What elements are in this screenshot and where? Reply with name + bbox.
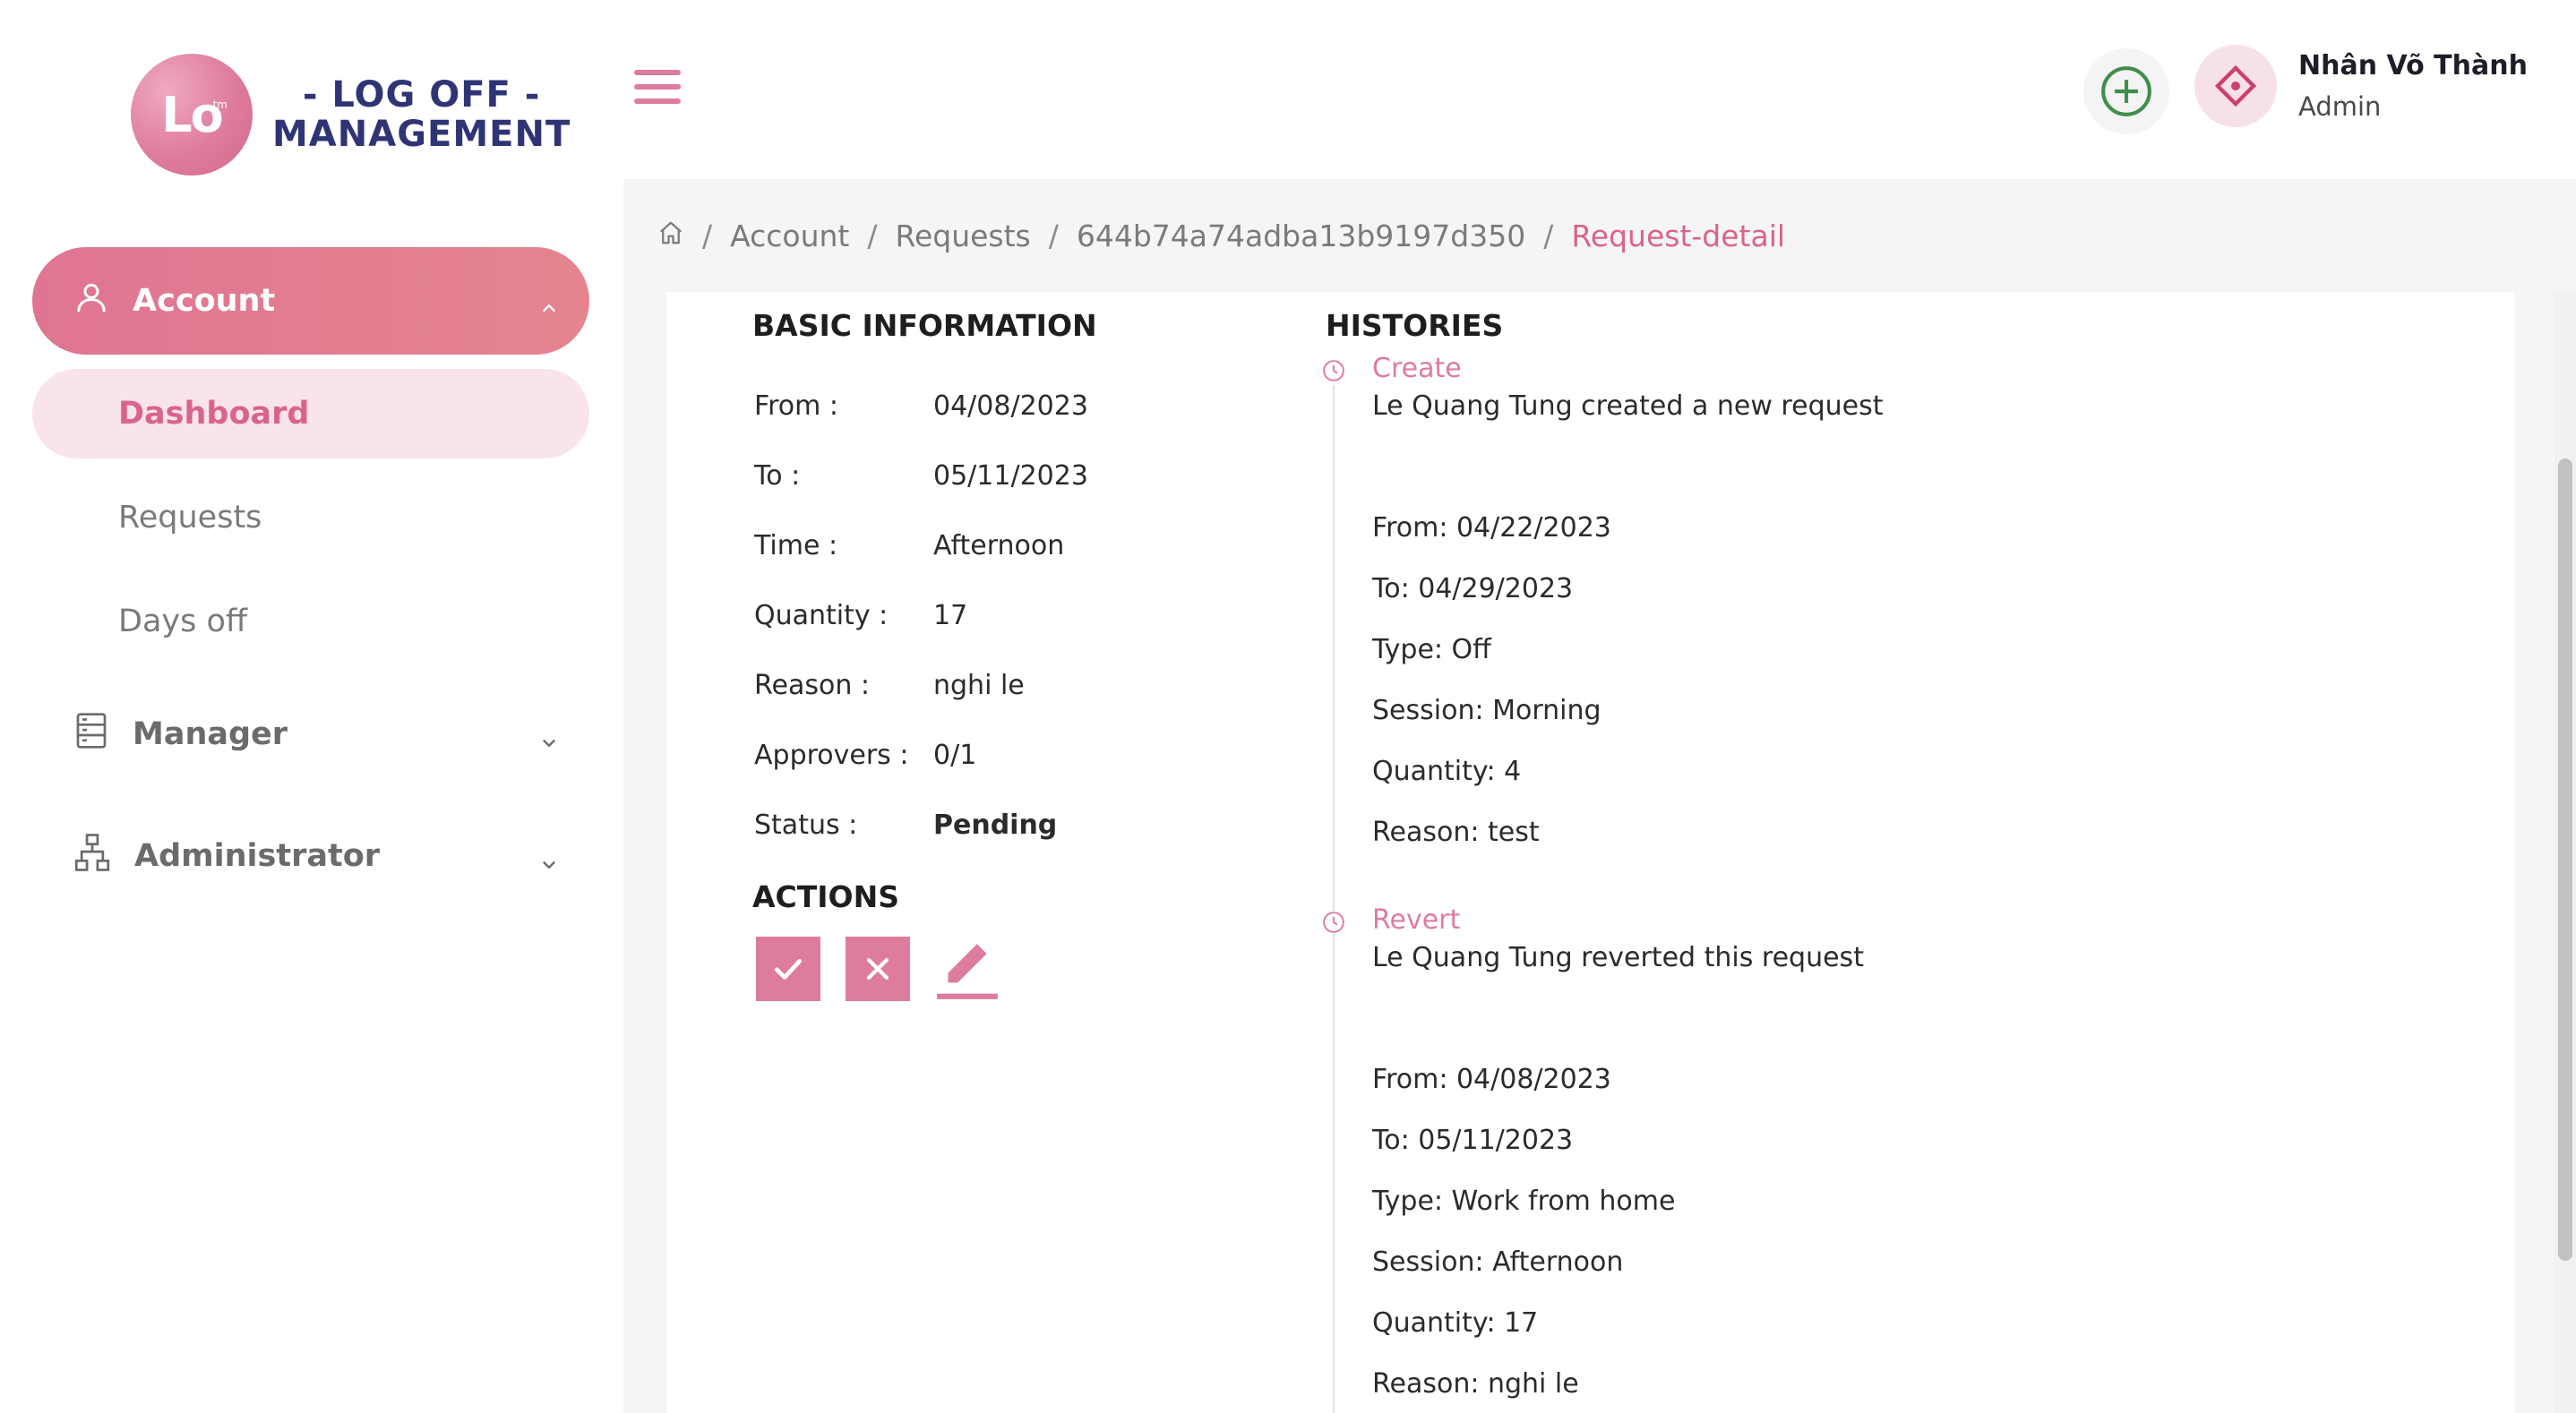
history-detail-line: To: 04/29/2023 [1372,573,1574,604]
time-value: Afternoon [933,530,1065,561]
sidebar-item-label: Requests [118,500,262,535]
breadcrumb-separator: / [1048,218,1059,253]
history-detail-line: Quantity: 4 [1372,756,1522,787]
timeline-line [1333,385,1335,1413]
status-value: Pending [933,809,1058,841]
history-detail-line: Type: Off [1372,634,1491,665]
org-chart-icon [73,833,111,880]
breadcrumb-requests[interactable]: Requests [896,218,1031,253]
breadcrumb: / Account / Requests / 644b74a74adba13b9… [623,179,2576,292]
app-logo[interactable]: Lo tm - LOG OFF - MANAGEMENT [131,54,571,176]
sidebar-item-days-off[interactable]: Days off [32,577,589,666]
sidebar-item-label: Manager [133,716,288,752]
breadcrumb-separator: / [1543,218,1554,253]
scrollbar[interactable] [2555,292,2576,1413]
history-detail-line: Session: Morning [1372,695,1601,726]
logo-mark-text: Lo [161,86,224,143]
scrollbar-thumb[interactable] [2558,458,2572,1261]
sidebar-item-dashboard[interactable]: Dashboard [32,369,589,458]
approvers-value: 0/1 [933,740,977,771]
pencil-icon [937,944,998,999]
clock-icon [1322,911,1345,934]
sidebar-item-manager[interactable]: Manager [32,689,589,779]
history-detail-line: Quantity: 17 [1372,1307,1539,1339]
sidebar-item-label: Days off [118,604,247,639]
from-label: From : [754,390,838,422]
history-description: Le Quang Tung reverted this request [1372,942,1864,973]
logo-line-1: - LOG OFF - [302,74,541,116]
histories-title: HISTORIES [1326,308,1504,343]
to-value: 05/11/2023 [933,460,1088,492]
sidebar-item-administrator[interactable]: Administrator [32,811,589,901]
sidebar-item-label: Account [133,283,276,319]
reason-value: nghi le [933,670,1025,701]
home-icon[interactable] [657,218,684,253]
sidebar-item-requests[interactable]: Requests [32,473,589,562]
server-icon [73,711,109,758]
history-description: Le Quang Tung created a new request [1372,390,1884,422]
add-request-button[interactable] [2083,48,2169,134]
chevron-down-icon[interactable] [539,847,559,883]
quantity-label: Quantity : [754,600,889,631]
sidebar-item-label: Dashboard [118,396,310,432]
logo-line-2: MANAGEMENT [272,114,571,155]
history-detail-line: From: 04/22/2023 [1372,512,1611,544]
user-icon [73,279,109,323]
reason-label: Reason : [754,670,870,701]
history-detail-line: To: 05/11/2023 [1372,1125,1574,1156]
avatar[interactable] [2194,45,2277,127]
check-icon [774,958,803,980]
clock-icon [1322,359,1345,382]
edit-button[interactable] [933,933,1001,1005]
sidebar-item-label: Administrator [134,838,381,874]
approve-button[interactable] [756,937,820,1001]
reject-button[interactable] [846,937,910,1001]
from-value: 04/08/2023 [933,390,1088,422]
approvers-label: Approvers : [754,740,909,771]
actions-title: ACTIONS [752,879,899,914]
plus-circle-icon [2101,66,2151,116]
logo-trademark: tm [212,98,228,111]
time-label: Time : [754,530,838,561]
history-title-revert: Revert [1372,904,1461,936]
history-detail-line: Reason: test [1372,817,1540,848]
breadcrumb-separator: / [702,218,713,253]
breadcrumb-account[interactable]: Account [730,218,849,253]
hamburger-menu-icon[interactable] [634,70,681,109]
history-detail-line: From: 04/08/2023 [1372,1064,1611,1095]
history-detail-line: Reason: nghi le [1372,1368,1579,1400]
status-label: Status : [754,809,858,841]
sidebar: Lo tm - LOG OFF - MANAGEMENT Account Das… [0,0,623,1413]
user-role: Admin [2298,91,2382,122]
logo-wordmark: - LOG OFF - MANAGEMENT [272,75,571,154]
history-detail-line: Session: Afternoon [1372,1246,1624,1278]
chevron-up-icon[interactable] [539,290,559,326]
breadcrumb-separator: / [867,218,878,253]
close-icon [866,957,889,981]
diamond-logo-icon [2214,64,2257,107]
basic-information-title: BASIC INFORMATION [752,308,1097,343]
to-label: To : [754,460,801,492]
breadcrumb-request-id[interactable]: 644b74a74adba13b9197d350 [1077,218,1525,253]
breadcrumb-current: Request-detail [1571,218,1786,253]
quantity-value: 17 [933,600,968,631]
chevron-down-icon[interactable] [539,725,559,761]
sidebar-item-account[interactable]: Account [32,247,589,355]
logo-mark: Lo tm [131,54,253,176]
user-name[interactable]: Nhân Võ Thành [2298,50,2528,81]
history-detail-line: Type: Work from home [1372,1186,1676,1217]
history-title-create: Create [1372,353,1462,384]
